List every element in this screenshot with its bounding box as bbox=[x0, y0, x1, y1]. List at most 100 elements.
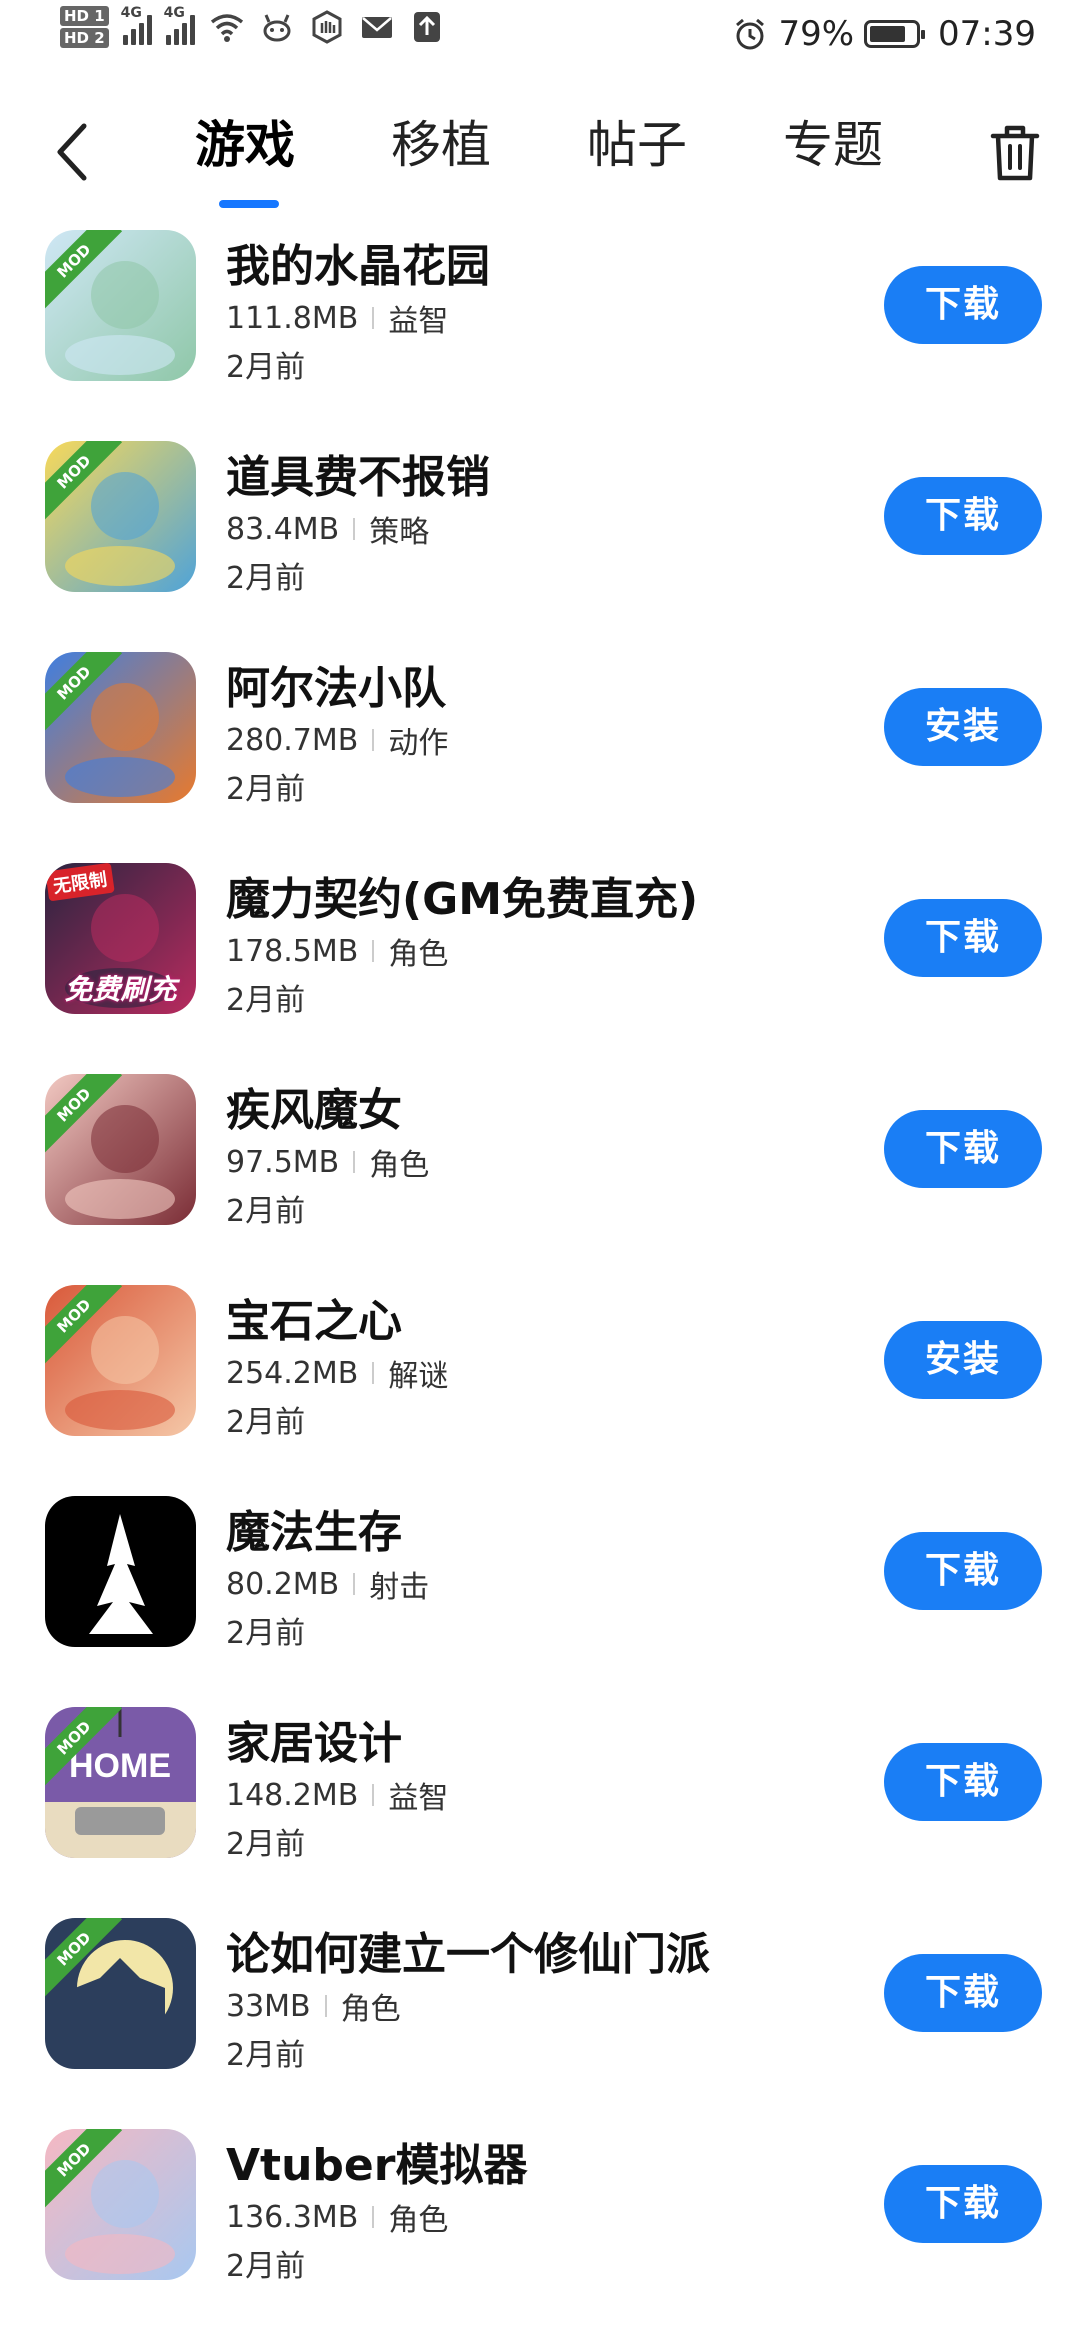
meta-divider bbox=[324, 1995, 327, 2017]
app-icon[interactable]: MOD bbox=[45, 1074, 196, 1225]
battery-percent: 79% bbox=[778, 14, 855, 54]
app-category: 角色 bbox=[369, 1148, 430, 1183]
app-date: 2月前 bbox=[226, 561, 306, 596]
app-category: 动作 bbox=[388, 726, 449, 761]
app-date: 2月前 bbox=[226, 1616, 306, 1651]
download-button[interactable]: 下载 bbox=[884, 1110, 1042, 1188]
app-meta: 111.8MB 益智 bbox=[226, 296, 448, 340]
app-icon[interactable]: 无限制 免费刷充 bbox=[45, 863, 196, 1014]
app-meta: 280.7MB 动作 bbox=[226, 718, 448, 762]
download-button[interactable]: 下载 bbox=[884, 477, 1042, 555]
app-icon[interactable]: MOD bbox=[45, 230, 196, 381]
list-item[interactable]: MOD 宝石之心 254.2MB 解谜 2月前 安装 bbox=[0, 1283, 1080, 1494]
app-size: 83.4MB bbox=[226, 511, 340, 547]
list-item[interactable]: HOME MOD 家居设计 148.2MB 益智 2月前 下载 bbox=[0, 1705, 1080, 1916]
app-icon[interactable] bbox=[45, 1496, 196, 1647]
tab-ports-label: 移植 bbox=[391, 116, 491, 174]
app-meta: 148.2MB 益智 bbox=[226, 1773, 448, 1817]
meta-divider bbox=[372, 2206, 375, 2228]
hand-notification-icon bbox=[312, 10, 342, 44]
back-button[interactable] bbox=[46, 112, 106, 192]
app-name[interactable]: 阿尔法小队 bbox=[226, 652, 446, 716]
tab-posts[interactable]: 帖子 bbox=[587, 110, 783, 180]
tab-games[interactable]: 游戏 bbox=[195, 110, 391, 208]
hd2-badge: HD 2 bbox=[60, 28, 109, 48]
download-button[interactable]: 下载 bbox=[884, 266, 1042, 344]
app-name[interactable]: 魔法生存 bbox=[226, 1496, 402, 1560]
download-button[interactable]: 下载 bbox=[884, 1532, 1042, 1610]
list-item[interactable]: MOD 道具费不报销 83.4MB 策略 2月前 下载 bbox=[0, 439, 1080, 650]
app-name[interactable]: 我的水晶花园 bbox=[226, 230, 490, 294]
list-item[interactable]: MOD 我的水晶花园 111.8MB 益智 2月前 下载 bbox=[0, 228, 1080, 439]
meta-divider bbox=[372, 729, 375, 751]
app-category: 益智 bbox=[388, 1781, 449, 1816]
signal-2-icon: 4G bbox=[164, 5, 195, 45]
hd1-badge: HD 1 bbox=[60, 6, 109, 26]
tab-ports[interactable]: 移植 bbox=[391, 110, 587, 180]
app-name[interactable]: 道具费不报销 bbox=[226, 441, 490, 505]
install-button[interactable]: 安装 bbox=[884, 688, 1042, 766]
list-item[interactable]: MOD 阿尔法小队 280.7MB 动作 2月前 安装 bbox=[0, 650, 1080, 861]
app-date: 2月前 bbox=[226, 983, 306, 1018]
list-item[interactable]: 无限制 免费刷充 魔力契约(GM免费直充) 178.5MB 角色 2月前 下载 bbox=[0, 861, 1080, 1072]
app-name[interactable]: 论如何建立一个修仙门派 bbox=[226, 1918, 710, 1982]
app-icon[interactable]: MOD bbox=[45, 2129, 196, 2280]
app-name[interactable]: 宝石之心 bbox=[226, 1285, 402, 1349]
download-button[interactable]: 下载 bbox=[884, 899, 1042, 977]
app-meta: 178.5MB 角色 bbox=[226, 929, 448, 973]
mail-icon bbox=[361, 17, 392, 38]
app-icon[interactable]: MOD bbox=[45, 1285, 196, 1436]
app-name[interactable]: 疾风魔女 bbox=[226, 1074, 402, 1138]
download-button[interactable]: 下载 bbox=[884, 1954, 1042, 2032]
app-name[interactable]: 魔力契约(GM免费直充) bbox=[226, 863, 698, 927]
meta-divider bbox=[353, 518, 356, 540]
app-size: 254.2MB bbox=[226, 1355, 359, 1391]
app-icon[interactable]: MOD bbox=[45, 441, 196, 592]
meta-divider bbox=[353, 1151, 356, 1173]
app-meta: 136.3MB 角色 bbox=[226, 2195, 448, 2239]
tab-bar: 游戏 移植 帖子 专题 bbox=[195, 110, 979, 208]
app-size: 80.2MB bbox=[226, 1566, 340, 1602]
app-notification-icon bbox=[263, 14, 291, 42]
app-size: 33MB bbox=[226, 1988, 311, 2024]
meta-divider bbox=[353, 1573, 356, 1595]
app-icon[interactable]: HOME MOD bbox=[45, 1707, 196, 1858]
app-size: 111.8MB bbox=[226, 300, 359, 336]
battery-icon bbox=[864, 20, 926, 48]
app-category: 策略 bbox=[369, 515, 430, 550]
list-item[interactable]: 魔法生存 80.2MB 射击 2月前 下载 bbox=[0, 1494, 1080, 1705]
trash-button[interactable] bbox=[985, 112, 1045, 192]
app-category: 角色 bbox=[388, 937, 449, 972]
list-item[interactable]: MOD 论如何建立一个修仙门派 33MB 角色 2月前 下载 bbox=[0, 1916, 1080, 2127]
list-item[interactable]: MOD Vtuber模拟器 136.3MB 角色 2月前 下载 bbox=[0, 2127, 1080, 2338]
download-button[interactable]: 下载 bbox=[884, 1743, 1042, 1821]
app-date: 2月前 bbox=[226, 350, 306, 385]
list-item[interactable]: MOD 疾风魔女 97.5MB 角色 2月前 下载 bbox=[0, 1072, 1080, 1283]
tab-games-label: 游戏 bbox=[195, 116, 295, 174]
app-meta: 83.4MB 策略 bbox=[226, 507, 429, 551]
meta-divider bbox=[372, 307, 375, 329]
active-tab-indicator bbox=[219, 200, 279, 208]
free-recharge-banner: 免费刷充 bbox=[64, 973, 177, 1006]
alarm-icon bbox=[736, 18, 765, 50]
download-button[interactable]: 下载 bbox=[884, 2165, 1042, 2243]
app-name[interactable]: Vtuber模拟器 bbox=[226, 2129, 527, 2193]
install-button[interactable]: 安装 bbox=[884, 1321, 1042, 1399]
tab-topics[interactable]: 专题 bbox=[783, 110, 979, 180]
tab-topics-label: 专题 bbox=[783, 116, 883, 174]
app-meta: 97.5MB 角色 bbox=[226, 1140, 429, 1184]
meta-divider bbox=[372, 1362, 375, 1384]
app-category: 角色 bbox=[340, 1992, 401, 2027]
app-icon[interactable]: MOD bbox=[45, 652, 196, 803]
app-size: 136.3MB bbox=[226, 2199, 359, 2235]
tab-posts-label: 帖子 bbox=[587, 116, 687, 174]
tree-artwork-icon bbox=[45, 1496, 196, 1647]
app-date: 2月前 bbox=[226, 1827, 306, 1862]
app-icon[interactable]: MOD bbox=[45, 1918, 196, 2069]
app-category: 射击 bbox=[369, 1570, 430, 1605]
battery-fill bbox=[870, 26, 906, 42]
app-category: 解谜 bbox=[388, 1359, 449, 1394]
app-date: 2月前 bbox=[226, 1194, 306, 1229]
meta-divider bbox=[372, 1784, 375, 1806]
app-name[interactable]: 家居设计 bbox=[226, 1707, 402, 1771]
